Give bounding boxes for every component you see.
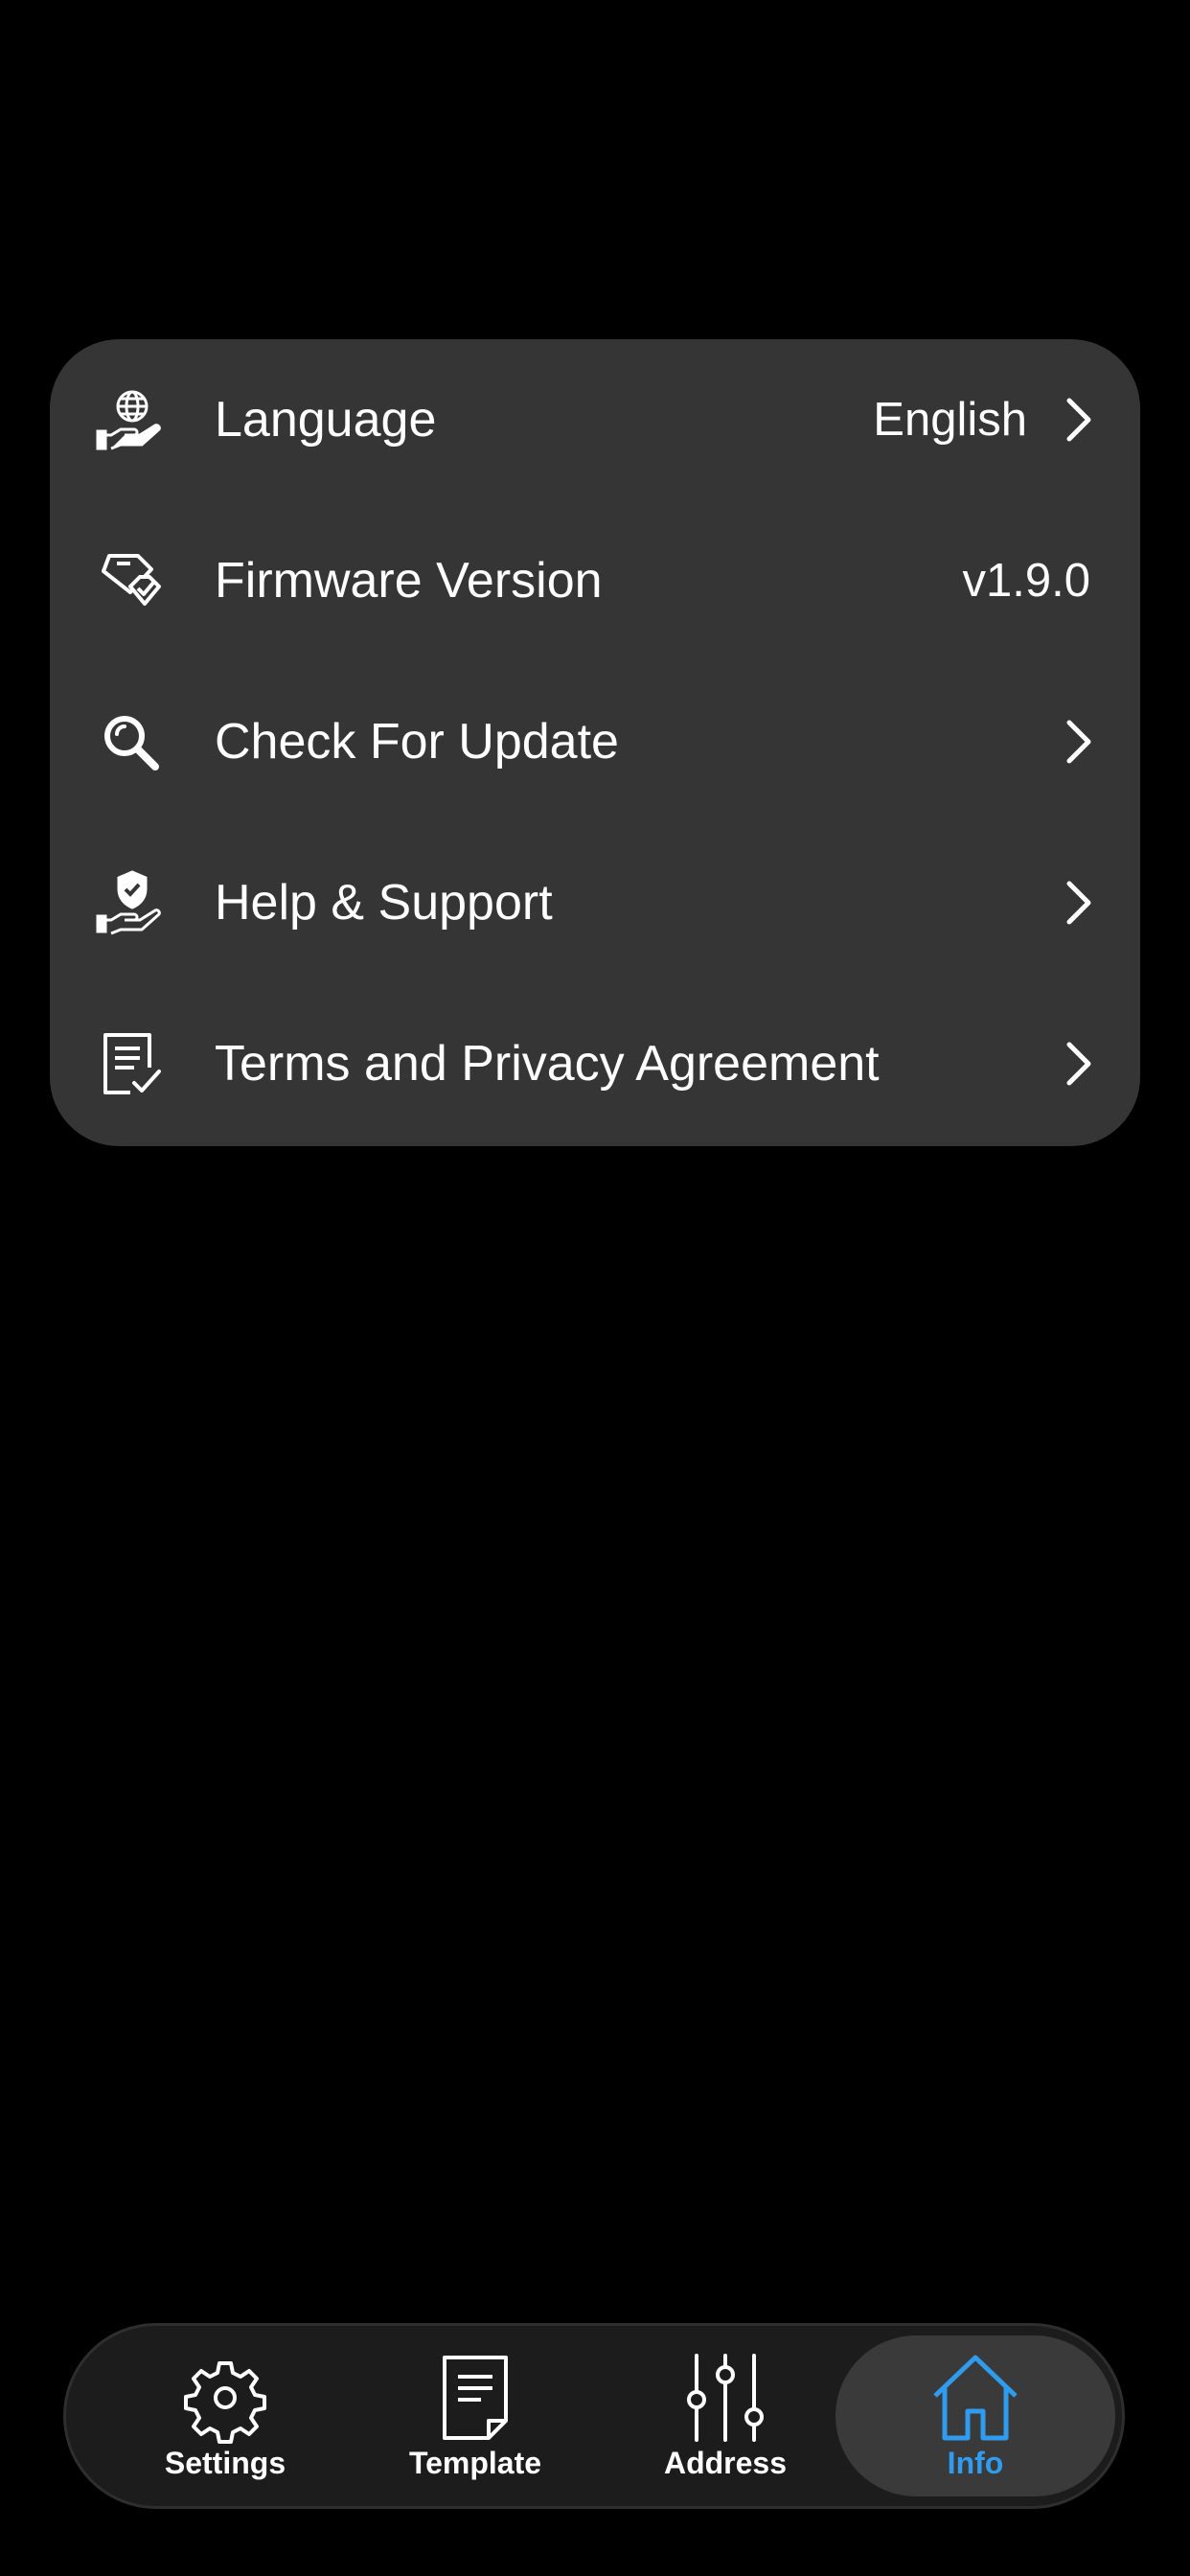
shield-hand-icon [96,868,165,937]
tab-settings[interactable]: Settings [103,2326,348,2506]
menu-item-help-support[interactable]: Help & Support [50,822,1140,983]
template-document-icon [429,2352,521,2444]
info-menu-card: Language English Firmware Version v1.9.0… [50,339,1140,1146]
tab-address[interactable]: Address [603,2326,848,2506]
globe-hand-icon [96,385,165,454]
menu-item-label: Terms and Privacy Agreement [215,1036,880,1092]
home-icon [929,2352,1021,2444]
tab-info[interactable]: Info [835,2335,1115,2496]
chevron-right-icon [1062,1039,1096,1089]
tab-template[interactable]: Template [353,2326,598,2506]
menu-item-label: Check For Update [215,714,619,770]
tab-label: Info [947,2445,1004,2480]
gear-icon [179,2352,271,2444]
firmware-version-value: v1.9.0 [962,555,1090,607]
chevron-right-icon [1062,717,1096,767]
menu-item-label: Language [215,392,437,448]
chevron-right-icon [1062,878,1096,928]
menu-item-check-for-update[interactable]: Check For Update [50,661,1140,822]
menu-item-label: Help & Support [215,875,553,931]
menu-item-label: Firmware Version [215,553,603,609]
tab-label: Template [408,2445,542,2480]
chevron-right-icon [1062,395,1096,445]
search-icon [96,707,165,776]
tab-label: Address [663,2445,788,2480]
tab-label: Settings [164,2445,286,2480]
menu-item-language[interactable]: Language English [50,339,1140,500]
menu-item-firmware-version: Firmware Version v1.9.0 [50,500,1140,661]
firmware-badge-icon [96,546,165,615]
bottom-tab-bar: Settings Template Address Info [63,2323,1125,2509]
language-value: English [873,394,1027,446]
menu-item-terms-privacy[interactable]: Terms and Privacy Agreement [50,983,1140,1144]
sliders-icon [679,2352,771,2444]
document-check-icon [96,1029,165,1098]
